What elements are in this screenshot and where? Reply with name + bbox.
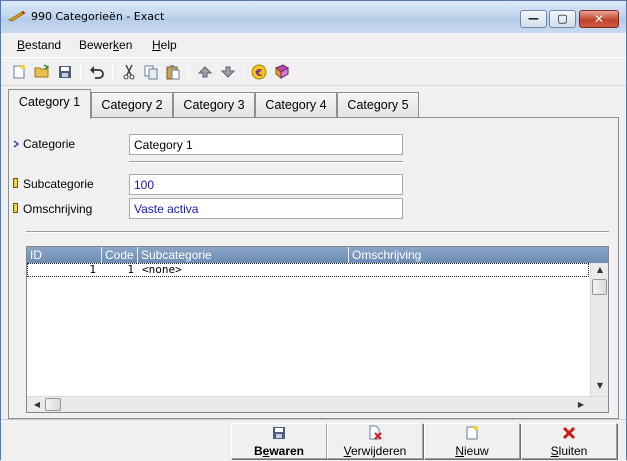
divider xyxy=(129,161,403,163)
paste-icon[interactable] xyxy=(164,63,182,81)
move-down-icon[interactable] xyxy=(219,63,237,81)
menu-bar: Bestand Bewerken Help xyxy=(1,33,626,57)
svg-text:€: € xyxy=(255,68,263,79)
tab-category-5[interactable]: Category 5 xyxy=(337,92,419,118)
cut-icon[interactable] xyxy=(120,63,138,81)
cell-id: 1 xyxy=(89,263,96,276)
open-folder-icon[interactable] xyxy=(33,63,51,81)
categorie-field[interactable]: Category 1 xyxy=(129,134,403,155)
maximize-icon: ▢ xyxy=(557,12,568,25)
scroll-left-icon[interactable]: ◀ xyxy=(29,400,45,409)
scroll-right-icon[interactable]: ▶ xyxy=(573,400,589,409)
delete-document-icon xyxy=(328,425,422,443)
toolbar-separator xyxy=(188,64,189,80)
maximize-button[interactable]: ▢ xyxy=(549,10,576,28)
toolbar-separator xyxy=(112,64,113,80)
cell-subcategorie: <none> xyxy=(142,263,182,276)
verwijderen-label: Verwijderen xyxy=(343,444,407,458)
tab-category-1[interactable]: Category 1 xyxy=(8,89,91,119)
column-header-subcategorie[interactable]: Subcategorie xyxy=(138,247,349,263)
menu-bewerken[interactable]: Bewerken xyxy=(79,38,132,52)
new-document-icon xyxy=(425,425,519,443)
toolbar: € xyxy=(1,57,626,86)
bewaren-button[interactable]: Bewaren xyxy=(231,423,327,459)
move-up-icon[interactable] xyxy=(196,63,214,81)
tab-panel: Categorie Category 1 Subcategorie 100 Om… xyxy=(8,117,619,419)
chevron-right-icon xyxy=(13,140,19,148)
scroll-up-icon[interactable]: ▲ xyxy=(592,265,608,274)
vertical-scrollbar[interactable]: ▲ ▼ xyxy=(590,263,608,396)
scroll-down-icon[interactable]: ▼ xyxy=(592,381,608,390)
horizontal-scrollbar[interactable]: ◀ ▶ xyxy=(27,396,608,412)
divider xyxy=(26,231,609,233)
euro-icon[interactable]: € xyxy=(250,63,268,81)
cell-code: 1 xyxy=(127,263,134,276)
window-title: 990 Categorieën - Exact xyxy=(31,10,165,23)
close-icon: ✕ xyxy=(593,12,605,26)
subcategorie-label: Subcategorie xyxy=(23,177,94,191)
grid-header: ID Code Subcategorie Omschrijving xyxy=(27,247,608,263)
application-window: 990 Categorieën - Exact — ▢ ✕ Bestand Be… xyxy=(0,0,627,461)
close-icon xyxy=(522,425,616,443)
nieuw-label: Nieuw xyxy=(455,444,489,458)
column-header-id[interactable]: ID xyxy=(27,247,102,263)
categorie-label: Categorie xyxy=(23,137,76,151)
minimize-icon: — xyxy=(528,12,539,25)
menu-bestand[interactable]: Bestand xyxy=(17,38,61,52)
bewaren-label: Bewaren xyxy=(253,444,305,458)
vertical-scroll-thumb[interactable] xyxy=(592,279,607,295)
sluiten-label: Sluiten xyxy=(550,444,588,458)
undo-icon[interactable] xyxy=(88,63,106,81)
app-icon xyxy=(8,11,26,22)
tab-category-2[interactable]: Category 2 xyxy=(91,92,173,118)
book-icon[interactable] xyxy=(273,63,291,81)
table-row[interactable]: 1 1 <none> xyxy=(27,263,589,277)
title-bar[interactable]: 990 Categorieën - Exact — ▢ ✕ xyxy=(1,1,626,33)
omschrijving-label: Omschrijving xyxy=(23,202,93,216)
nieuw-button[interactable]: Nieuw xyxy=(424,423,520,459)
verwijderen-button[interactable]: Verwijderen xyxy=(327,423,423,459)
tab-category-3[interactable]: Category 3 xyxy=(173,92,255,118)
column-header-omschrijving[interactable]: Omschrijving xyxy=(349,247,608,263)
copy-icon[interactable] xyxy=(142,63,160,81)
menu-help[interactable]: Help xyxy=(152,38,177,52)
close-window-button[interactable]: ✕ xyxy=(579,10,619,28)
subcategory-grid[interactable]: ID Code Subcategorie Omschrijving 1 1 <n… xyxy=(26,246,609,413)
column-header-code[interactable]: Code xyxy=(102,247,138,263)
horizontal-scroll-thumb[interactable] xyxy=(45,398,61,411)
new-document-icon[interactable] xyxy=(10,63,28,81)
tab-strip: Category 1 Category 2 Category 3 Categor… xyxy=(1,86,626,119)
button-bar: Bewaren Verwijderen Nieuw Sluiten xyxy=(1,419,626,461)
tab-category-4[interactable]: Category 4 xyxy=(255,92,337,118)
save-icon[interactable] xyxy=(56,63,74,81)
toolbar-separator xyxy=(80,64,81,80)
required-marker-icon xyxy=(13,178,18,188)
sluiten-button[interactable]: Sluiten xyxy=(521,423,617,459)
save-icon xyxy=(232,425,326,443)
toolbar-separator xyxy=(243,64,244,80)
omschrijving-field[interactable]: Vaste activa xyxy=(129,198,403,219)
minimize-button[interactable]: — xyxy=(520,10,547,28)
subcategorie-field[interactable]: 100 xyxy=(129,174,403,195)
required-marker-icon xyxy=(13,203,18,213)
